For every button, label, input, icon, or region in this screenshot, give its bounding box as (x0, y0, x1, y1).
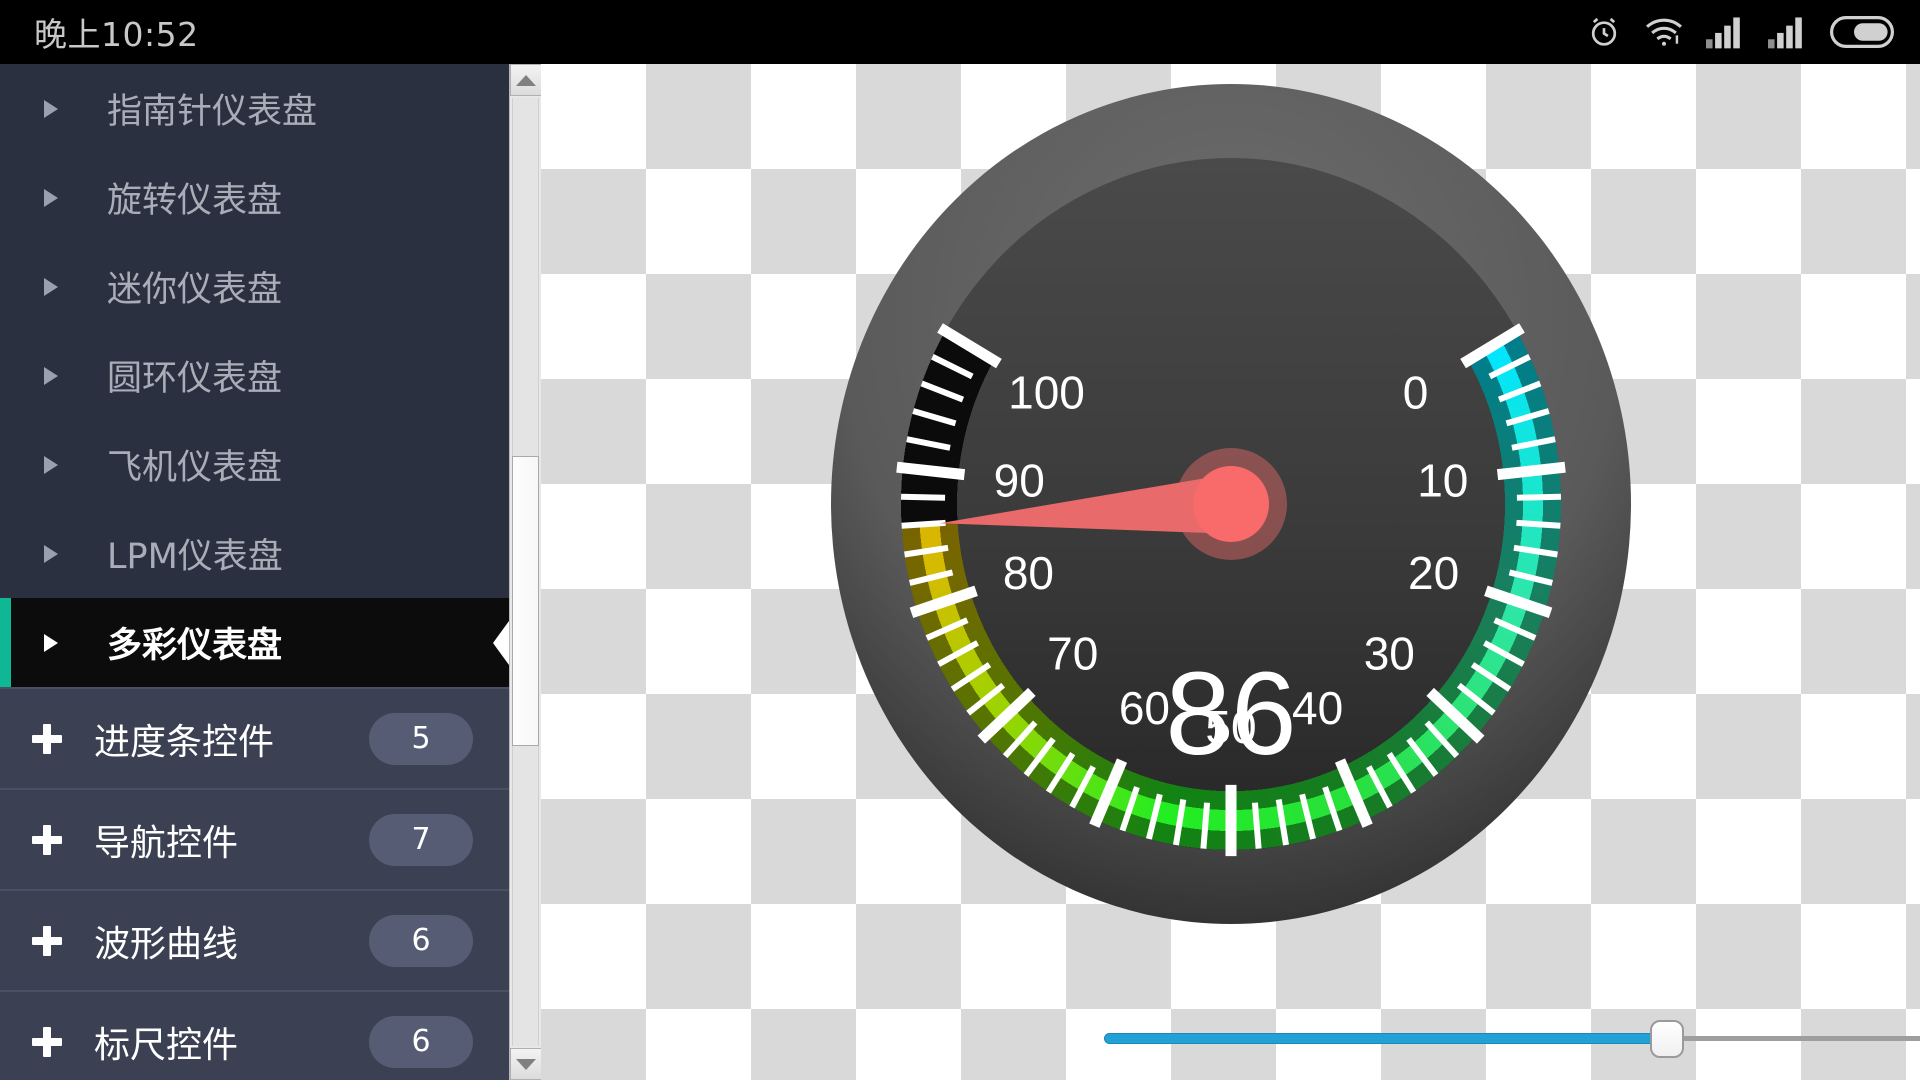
gauge-tick-label: 80 (1002, 547, 1053, 599)
slider-fill (1104, 1033, 1664, 1044)
chevron-right-icon (44, 455, 58, 474)
scroll-up-button[interactable] (510, 64, 542, 96)
sidebar-item-label: 旋转仪表盘 (107, 181, 283, 221)
widget-tree: 指南针仪表盘 旋转仪表盘 迷你仪表盘 圆环仪表盘 飞机仪表盘 LPM仪表盘 多彩… (0, 64, 509, 1080)
sidebar-group-label: 导航控件 (94, 822, 239, 864)
signal-2-icon (1768, 15, 1808, 49)
sidebar-item-mini-gauge[interactable]: 迷你仪表盘 (0, 242, 509, 331)
preview-canvas: 0 10 20 30 40 50 60 70 80 90 100 86 (541, 64, 1920, 1080)
status-clock: 晚上10:52 (34, 15, 199, 54)
chevron-right-icon (44, 544, 58, 563)
colorful-gauge-widget[interactable]: 0 10 20 30 40 50 60 70 80 90 100 86 (771, 64, 1691, 984)
selection-caret-icon (493, 620, 509, 665)
chevron-right-icon (44, 366, 58, 385)
selection-indicator (0, 598, 11, 687)
gauge-value-text: 86 (1165, 648, 1296, 780)
sidebar-item-rotate-gauge[interactable]: 旋转仪表盘 (0, 153, 509, 242)
sidebar-group-navigation-widgets[interactable]: 导航控件 7 (0, 788, 509, 889)
app-root: 晚上10:52 指南针仪表盘 旋转仪表盘 迷你仪表盘 圆环仪表盘 飞机仪表盘 L… (0, 0, 1920, 1080)
sidebar-item-ring-gauge[interactable]: 圆环仪表盘 (0, 331, 509, 420)
chevron-right-icon (44, 633, 58, 652)
sidebar-group-label: 波形曲线 (94, 923, 239, 965)
plus-icon (32, 925, 62, 956)
alarm-icon (1586, 14, 1622, 50)
gauge-tick-label: 70 (1047, 627, 1098, 679)
sidebar-group-progress-widgets[interactable]: 进度条控件 5 (0, 687, 509, 788)
sidebar: 指南针仪表盘 旋转仪表盘 迷你仪表盘 圆环仪表盘 飞机仪表盘 LPM仪表盘 多彩… (0, 64, 509, 1080)
signal-1-icon (1706, 15, 1746, 49)
sidebar-scrollbar[interactable] (509, 64, 542, 1080)
sidebar-group-count-badge: 6 (369, 1015, 473, 1068)
gauge-tick-label: 10 (1417, 455, 1468, 507)
scroll-down-button[interactable] (510, 1048, 542, 1080)
plus-icon (32, 824, 62, 855)
gauge-tick-label: 40 (1292, 682, 1343, 734)
gauge-tick-label: 90 (993, 455, 1044, 507)
value-slider[interactable] (1104, 1018, 1920, 1058)
sidebar-group-label: 进度条控件 (94, 721, 275, 763)
sidebar-item-label: 圆环仪表盘 (107, 359, 283, 399)
wifi-icon (1644, 14, 1684, 50)
status-icon-tray (1586, 14, 1894, 50)
plus-icon (32, 723, 62, 754)
status-bar: 晚上10:52 (0, 0, 1920, 64)
battery-icon (1830, 15, 1894, 49)
sidebar-item-label: LPM仪表盘 (107, 537, 283, 577)
gauge-tick-label: 0 (1402, 366, 1428, 418)
sidebar-group-ruler-widgets[interactable]: 标尺控件 6 (0, 990, 509, 1080)
gauge-tick-label: 60 (1118, 682, 1169, 734)
gauge-tick-label: 30 (1363, 627, 1414, 679)
slider-thumb[interactable] (1650, 1020, 1684, 1058)
sidebar-item-aircraft-gauge[interactable]: 飞机仪表盘 (0, 420, 509, 509)
sidebar-item-colorful-gauge[interactable]: 多彩仪表盘 (0, 598, 509, 687)
sidebar-group-count-badge: 5 (369, 712, 473, 765)
chevron-right-icon (44, 99, 58, 118)
scroll-up-icon (516, 74, 536, 86)
chevron-right-icon (44, 188, 58, 207)
gauge-svg: 0102030405060708090100 86 (830, 84, 1631, 924)
sidebar-item-lpm-gauge[interactable]: LPM仪表盘 (0, 509, 509, 598)
sidebar-group-count-badge: 6 (369, 914, 473, 967)
sidebar-item-label: 迷你仪表盘 (107, 270, 283, 310)
gauge-hub (1192, 466, 1269, 542)
scrollbar-thumb[interactable] (512, 456, 539, 746)
sidebar-group-label: 标尺控件 (94, 1024, 239, 1066)
sidebar-item-compass-gauge[interactable]: 指南针仪表盘 (0, 64, 509, 153)
sidebar-item-label: 飞机仪表盘 (107, 448, 283, 488)
sidebar-item-label: 指南针仪表盘 (107, 92, 318, 132)
sidebar-item-label: 多彩仪表盘 (107, 626, 283, 666)
scroll-down-icon (516, 1058, 536, 1070)
sidebar-group-waveform-curves[interactable]: 波形曲线 6 (0, 889, 509, 990)
gauge-tick-label: 100 (1008, 366, 1085, 418)
gauge-tick-label: 20 (1408, 547, 1459, 599)
chevron-right-icon (44, 277, 58, 296)
sidebar-group-count-badge: 7 (369, 813, 473, 866)
plus-icon (32, 1026, 62, 1057)
